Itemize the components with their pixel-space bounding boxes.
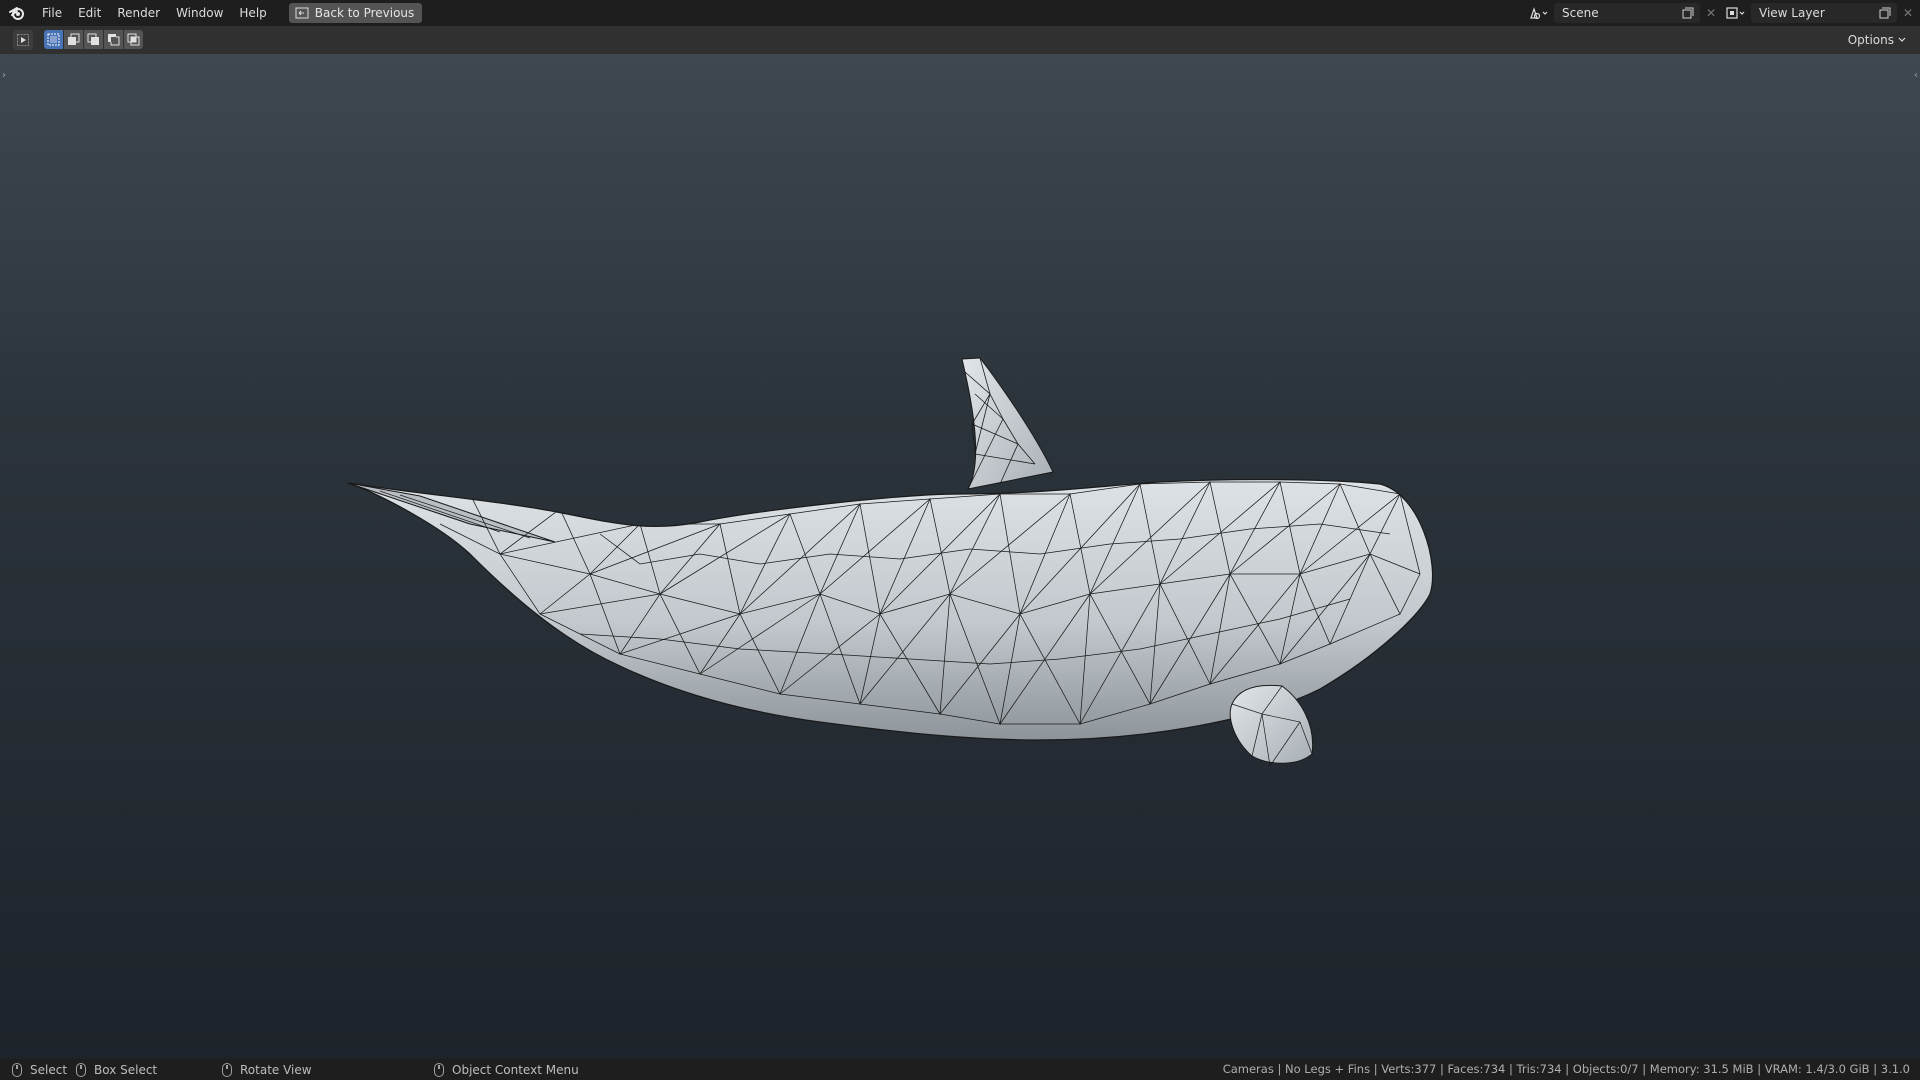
select-difference-icon[interactable]: [104, 30, 123, 49]
menu-help[interactable]: Help: [231, 0, 274, 26]
close-icon[interactable]: ✕: [1899, 3, 1917, 23]
status-context-menu-label: Object Context Menu: [452, 1062, 579, 1077]
orca-dorsal-fin: [961, 357, 1054, 490]
options-dropdown[interactable]: Options: [1841, 30, 1912, 50]
menu-render[interactable]: Render: [109, 0, 168, 26]
menu-file[interactable]: File: [34, 0, 70, 26]
selection-mode-group: [44, 30, 143, 49]
status-rotate-view: Rotate View: [222, 1059, 312, 1080]
status-rotate-view-label: Rotate View: [240, 1062, 312, 1077]
orca-mesh[interactable]: [0, 54, 1920, 1059]
status-box-select: Box Select: [76, 1059, 157, 1080]
options-label: Options: [1847, 33, 1894, 47]
back-to-previous-icon: [295, 7, 309, 19]
select-new-icon[interactable]: [44, 30, 63, 49]
back-to-previous-button[interactable]: Back to Previous: [288, 3, 423, 23]
mouse-left-icon: [12, 1062, 22, 1077]
duplicate-icon[interactable]: [1678, 3, 1698, 23]
select-extend-icon[interactable]: [64, 30, 83, 49]
view-layer-icon[interactable]: [1721, 3, 1751, 23]
top-bar: File Edit Render Window Help Back to Pre…: [0, 0, 1920, 26]
tool-mode-icon[interactable]: [13, 30, 33, 50]
status-select: Select: [12, 1059, 67, 1080]
mouse-right-icon: [434, 1062, 444, 1077]
status-bar: Select Box Select Rotate View Object Con…: [0, 1059, 1920, 1080]
scene-statistics: Cameras | No Legs + Fins | Verts:377 | F…: [1222, 1062, 1910, 1076]
close-icon[interactable]: ✕: [1702, 3, 1720, 23]
mouse-drag-icon: [76, 1062, 86, 1077]
scene-icon[interactable]: [1524, 3, 1554, 23]
chevron-down-icon: [1898, 37, 1906, 42]
scene-selector: Scene ✕: [1524, 3, 1720, 23]
view-layer-selector: View Layer ✕: [1721, 3, 1917, 23]
menu-edit[interactable]: Edit: [70, 0, 109, 26]
blender-logo-icon[interactable]: [0, 0, 34, 26]
select-subtract-icon[interactable]: [84, 30, 103, 49]
tool-header: Options: [0, 26, 1920, 54]
status-box-select-label: Box Select: [94, 1062, 158, 1077]
mouse-middle-icon: [222, 1062, 232, 1077]
menu-window[interactable]: Window: [168, 0, 231, 26]
3d-viewport[interactable]: › ‹: [0, 54, 1920, 1059]
select-intersect-icon[interactable]: [124, 30, 143, 49]
status-context-menu: Object Context Menu: [434, 1059, 579, 1080]
duplicate-icon[interactable]: [1875, 3, 1895, 23]
status-select-label: Select: [30, 1062, 68, 1077]
back-to-previous-label: Back to Previous: [314, 6, 415, 20]
